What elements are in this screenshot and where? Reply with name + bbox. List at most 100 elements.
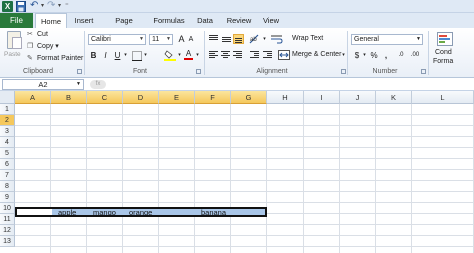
column-header-B[interactable]: B bbox=[51, 91, 87, 104]
orientation-icon[interactable]: ab bbox=[249, 34, 261, 44]
currency-button[interactable]: $ bbox=[352, 50, 362, 61]
cell-D2[interactable]: orange bbox=[129, 208, 152, 217]
comma-button[interactable]: , bbox=[382, 50, 390, 61]
excel-icon[interactable]: X bbox=[2, 1, 13, 12]
fx-button[interactable]: fx bbox=[90, 80, 106, 89]
column-header-A[interactable]: A bbox=[15, 91, 51, 104]
chevron-down-icon[interactable]: ▾ bbox=[123, 50, 128, 61]
gridline-horizontal bbox=[15, 169, 474, 170]
column-header-K[interactable]: K bbox=[376, 91, 412, 104]
row-header-10[interactable]: 10 bbox=[0, 203, 15, 214]
row-header-13[interactable]: 13 bbox=[0, 236, 15, 247]
undo-icon[interactable]: ↶ bbox=[30, 1, 39, 12]
undo-dropdown-icon[interactable]: ▾ bbox=[41, 1, 46, 12]
row-header-2[interactable]: 2 bbox=[0, 115, 15, 126]
copy-button[interactable]: ❐ Copy ▾ bbox=[27, 42, 59, 52]
tab-review[interactable]: Review bbox=[226, 13, 252, 28]
row-header-7[interactable]: 7 bbox=[0, 170, 15, 181]
name-box[interactable]: A2 ▼ bbox=[2, 79, 84, 90]
font-name-select[interactable]: Calibri ▼ bbox=[88, 34, 146, 45]
column-header-E[interactable]: E bbox=[159, 91, 195, 104]
chevron-down-icon[interactable]: ▾ bbox=[341, 50, 346, 61]
copy-icon: ❐ bbox=[27, 43, 34, 50]
shrink-font-button[interactable]: A bbox=[187, 34, 195, 45]
wrap-text-button[interactable]: Wrap Text bbox=[292, 34, 323, 44]
row-header-11[interactable]: 11 bbox=[0, 214, 15, 225]
column-header-J[interactable]: J bbox=[340, 91, 376, 104]
align-middle-icon[interactable] bbox=[221, 34, 232, 44]
align-left-icon[interactable] bbox=[208, 50, 219, 60]
wrap-text-icon[interactable] bbox=[271, 34, 283, 44]
chevron-down-icon[interactable]: ▾ bbox=[362, 50, 367, 61]
italic-button[interactable]: I bbox=[101, 50, 110, 61]
number-launcher-icon[interactable] bbox=[421, 69, 426, 74]
redo-icon[interactable]: ↷ bbox=[47, 1, 56, 12]
tab-file[interactable]: File bbox=[0, 13, 33, 28]
row-header-3[interactable]: 3 bbox=[0, 126, 15, 137]
fill-color-icon[interactable] bbox=[164, 50, 176, 61]
font-color-button[interactable]: A bbox=[184, 49, 193, 60]
conditional-formatting-icon[interactable] bbox=[437, 32, 453, 46]
font-size-select[interactable]: 11 ▼ bbox=[149, 34, 173, 45]
column-header-C[interactable]: C bbox=[87, 91, 123, 104]
decrease-indent-icon[interactable] bbox=[249, 50, 260, 60]
decrease-decimal-button[interactable]: .00 bbox=[408, 50, 422, 61]
chevron-down-icon[interactable]: ▾ bbox=[177, 50, 182, 61]
tab-page-layout[interactable]: Page Layout bbox=[103, 13, 145, 40]
align-center-icon[interactable] bbox=[220, 50, 231, 60]
percent-button[interactable]: % bbox=[369, 50, 379, 61]
merge-center-button[interactable]: Merge & Center bbox=[292, 50, 341, 60]
cut-button[interactable]: ✂ Cut bbox=[27, 30, 48, 40]
row-header-9[interactable]: 9 bbox=[0, 192, 15, 203]
column-header-I[interactable]: I bbox=[304, 91, 340, 104]
merge-center-icon[interactable] bbox=[278, 50, 290, 60]
row-header-6[interactable]: 6 bbox=[0, 159, 15, 170]
row-header-4[interactable]: 4 bbox=[0, 137, 15, 148]
bold-button[interactable]: B bbox=[89, 50, 98, 61]
align-top-icon[interactable] bbox=[208, 34, 219, 44]
paste-icon[interactable] bbox=[7, 31, 22, 49]
cell-C2[interactable]: mango bbox=[93, 208, 116, 217]
grow-font-button[interactable]: A bbox=[177, 34, 186, 45]
column-header-L[interactable]: L bbox=[412, 91, 474, 104]
align-bottom-icon[interactable] bbox=[233, 34, 244, 44]
column-header-F[interactable]: F bbox=[195, 91, 231, 104]
underline-button[interactable]: U bbox=[113, 50, 122, 61]
row-header-12[interactable]: 12 bbox=[0, 225, 15, 236]
borders-icon[interactable] bbox=[132, 51, 142, 61]
format-painter-button[interactable]: ✎ Format Painter bbox=[27, 54, 83, 64]
spreadsheet-grid[interactable]: ABCDEFGHIJKL 1 2 3 4 5 6 7 8 9 10 11 12 13 apple man… bbox=[0, 91, 474, 253]
tab-view[interactable]: View bbox=[261, 13, 281, 28]
increase-indent-icon[interactable] bbox=[262, 50, 273, 60]
row-header-1[interactable]: 1 bbox=[0, 104, 15, 115]
scissors-icon: ✂ bbox=[27, 31, 33, 38]
font-launcher-icon[interactable] bbox=[196, 69, 201, 74]
active-cell[interactable] bbox=[17, 209, 52, 215]
redo-dropdown-icon[interactable]: ▾ bbox=[58, 1, 63, 12]
tab-data[interactable]: Data bbox=[195, 13, 215, 28]
column-header-H[interactable]: H bbox=[267, 91, 304, 104]
chevron-down-icon[interactable]: ▾ bbox=[262, 34, 267, 45]
paste-label[interactable]: Paste bbox=[4, 51, 21, 58]
column-header-G[interactable]: G bbox=[231, 91, 267, 104]
row-header-5[interactable]: 5 bbox=[0, 148, 15, 159]
select-all-corner[interactable] bbox=[0, 91, 15, 104]
save-icon[interactable] bbox=[16, 1, 26, 12]
conditional-formatting-label-2[interactable]: Forma bbox=[433, 57, 453, 67]
align-right-icon[interactable] bbox=[232, 50, 243, 60]
gridline-horizontal bbox=[15, 224, 474, 225]
tab-home[interactable]: Home bbox=[35, 13, 67, 29]
cell-B2[interactable]: apple bbox=[58, 208, 76, 217]
column-header-D[interactable]: D bbox=[123, 91, 159, 104]
tab-insert[interactable]: Insert bbox=[70, 13, 98, 28]
row-header-8[interactable]: 8 bbox=[0, 181, 15, 192]
alignment-launcher-icon[interactable] bbox=[341, 69, 346, 74]
cell-F2[interactable]: banana bbox=[201, 208, 226, 217]
customize-icon[interactable]: ⁼ bbox=[65, 1, 71, 12]
clipboard-launcher-icon[interactable] bbox=[77, 69, 82, 74]
increase-decimal-button[interactable]: .0 bbox=[396, 50, 406, 61]
chevron-down-icon[interactable]: ▾ bbox=[195, 50, 200, 61]
chevron-down-icon[interactable]: ▾ bbox=[143, 50, 148, 61]
tab-formulas[interactable]: Formulas bbox=[152, 13, 186, 28]
number-format-select[interactable]: General ▼ bbox=[351, 34, 423, 45]
